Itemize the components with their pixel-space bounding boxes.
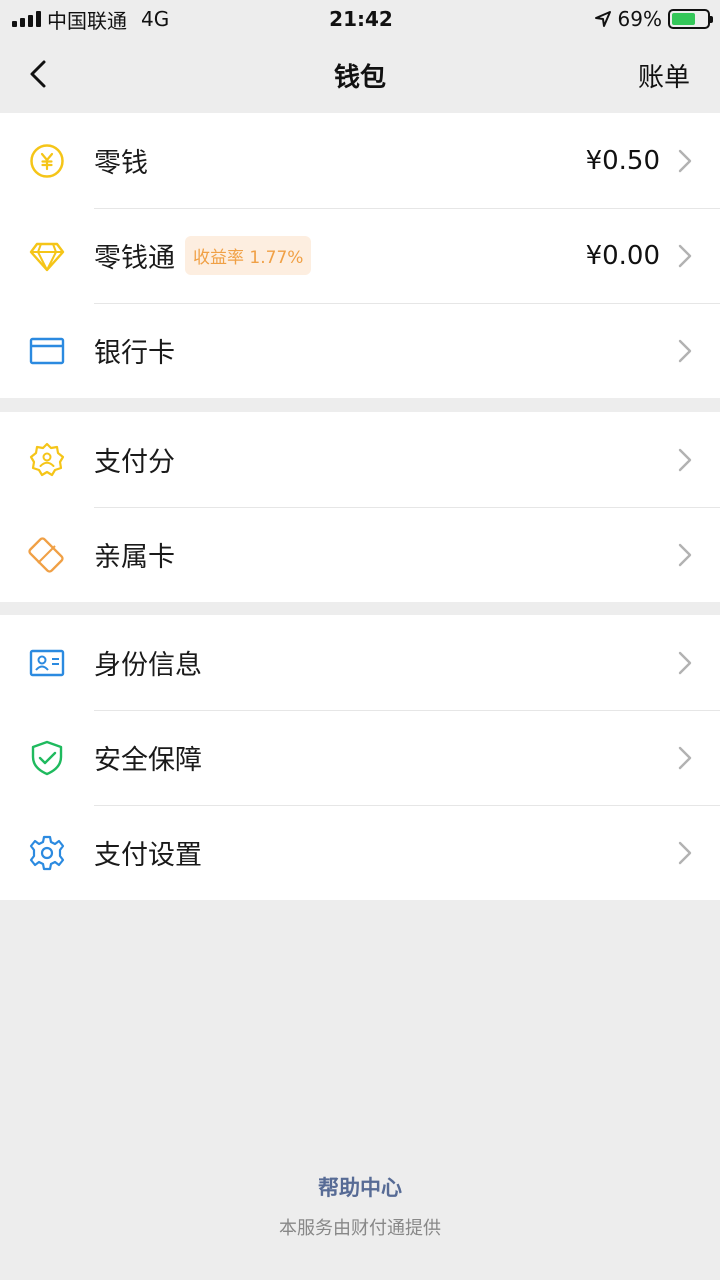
chevron-right-icon	[678, 651, 692, 675]
status-right: 69%	[450, 7, 713, 31]
yield-rate-badge: 收益率 1.77%	[185, 236, 312, 275]
chevron-right-icon	[678, 746, 692, 770]
credit-group: 支付分 亲属卡	[0, 412, 720, 602]
status-time: 21:42	[329, 7, 393, 31]
row-security[interactable]: 安全保障	[0, 710, 720, 805]
id-card-icon	[29, 649, 65, 677]
battery-fill	[672, 13, 696, 25]
battery-charging-icon	[668, 9, 713, 29]
shield-check-icon	[31, 740, 63, 776]
network-label: 4G	[141, 7, 170, 31]
row-identity-info[interactable]: 身份信息	[0, 615, 720, 710]
settings-group: 身份信息 安全保障 支付设置	[0, 615, 720, 900]
signal-icon	[12, 11, 41, 27]
status-bar: 中国联通 4G 21:42 69%	[0, 0, 720, 38]
yuan-coin-icon	[30, 144, 64, 178]
row-label: 银行卡	[94, 338, 175, 369]
row-change[interactable]: 零钱 ¥0.50	[0, 113, 720, 208]
battery-percent: 69%	[617, 7, 662, 31]
row-label: 身份信息	[94, 650, 202, 681]
carrier-label: 中国联通	[47, 8, 127, 33]
page-title: 钱包	[333, 62, 386, 93]
row-label: 支付分	[94, 447, 175, 478]
row-label: 零钱通	[94, 243, 175, 274]
status-left: 中国联通 4G	[12, 5, 272, 34]
help-center-link[interactable]: 帮助中心	[0, 1172, 720, 1202]
diamond-icon	[29, 242, 65, 272]
chevron-right-icon	[678, 841, 692, 865]
row-label: 安全保障	[94, 745, 202, 776]
navigation-bar: 钱包 账单	[0, 38, 720, 112]
row-pay-score[interactable]: 支付分	[0, 412, 720, 507]
change-plus-balance: ¥0.00	[585, 240, 660, 271]
row-change-plus[interactable]: 零钱通 收益率 1.77% ¥0.00	[0, 208, 720, 303]
chevron-right-icon	[678, 244, 692, 268]
chevron-right-icon	[678, 339, 692, 363]
chevron-right-icon	[678, 149, 692, 173]
change-balance: ¥0.50	[585, 145, 660, 176]
chevron-right-icon	[678, 543, 692, 567]
row-bank-card[interactable]: 银行卡	[0, 303, 720, 398]
row-payment-settings[interactable]: 支付设置	[0, 805, 720, 900]
bill-button[interactable]: 账单	[638, 57, 690, 94]
chevron-right-icon	[678, 448, 692, 472]
row-label: 支付设置	[94, 840, 202, 871]
row-family-card[interactable]: 亲属卡	[0, 507, 720, 602]
provider-note: 本服务由财付通提供	[279, 1218, 441, 1239]
bank-card-icon	[29, 337, 65, 365]
wallet-balance-group: 零钱 ¥0.50 零钱通 收益率 1.77% ¥0.00 银行卡	[0, 113, 720, 398]
row-label: 亲属卡	[94, 542, 175, 573]
gear-icon	[29, 835, 65, 871]
row-label: 零钱	[94, 148, 148, 179]
back-chevron-icon[interactable]	[22, 56, 58, 92]
pay-score-badge-icon	[29, 442, 65, 477]
family-card-icon	[28, 537, 64, 573]
location-arrow-icon	[594, 11, 611, 27]
